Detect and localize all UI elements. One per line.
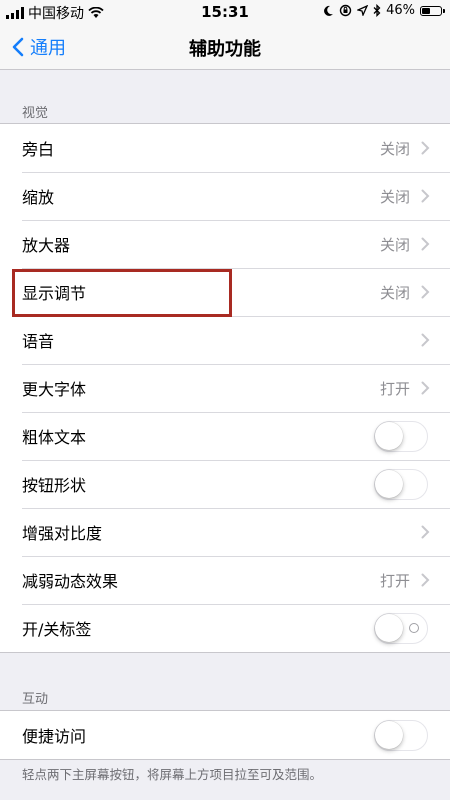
row-magnifier[interactable]: 放大器 关闭	[0, 220, 450, 268]
row-voiceover[interactable]: 旁白 关闭	[0, 124, 450, 172]
row-label: 便捷访问	[22, 727, 87, 746]
row-increase-contrast[interactable]: 增强对比度	[0, 508, 450, 556]
navigation-bar: 通用 辅助功能	[0, 24, 450, 70]
row-on-off-labels: 开/关标签	[0, 604, 450, 652]
button-shapes-toggle[interactable]	[374, 469, 428, 500]
row-label: 粗体文本	[22, 428, 87, 447]
toggle-knob	[375, 422, 403, 450]
row-value: 打开	[379, 379, 410, 398]
row-bold-text: 粗体文本	[0, 412, 450, 460]
toggle-knob	[375, 614, 403, 642]
row-label: 放大器	[22, 236, 71, 255]
row-button-shapes: 按钮形状	[0, 460, 450, 508]
row-speech[interactable]: 语音	[0, 316, 450, 364]
chevron-right-icon	[421, 525, 430, 539]
battery-percent: 46%	[386, 3, 415, 18]
row-label: 增强对比度	[22, 524, 103, 543]
settings-group-interaction: 便捷访问	[0, 710, 450, 760]
row-label: 按钮形状	[22, 476, 87, 495]
row-zoom[interactable]: 缩放 关闭	[0, 172, 450, 220]
row-value: 打开	[379, 571, 410, 590]
bold-text-toggle[interactable]	[374, 421, 428, 452]
chevron-right-icon	[421, 573, 430, 587]
page-title: 辅助功能	[189, 39, 261, 60]
row-label: 显示调节	[22, 284, 87, 303]
row-value: 关闭	[379, 283, 410, 302]
row-label: 开/关标签	[22, 620, 92, 639]
row-display-accommodations[interactable]: 显示调节 关闭	[0, 268, 450, 316]
reachability-toggle[interactable]	[374, 720, 428, 751]
on-off-labels-toggle[interactable]	[374, 613, 428, 644]
row-larger-text[interactable]: 更大字体 打开	[0, 364, 450, 412]
row-label: 减弱动态效果	[22, 572, 119, 591]
reachability-footnote: 轻点两下主屏幕按钮，将屏幕上方项目拉至可及范围。	[22, 767, 323, 782]
status-right: 46%	[323, 3, 445, 18]
battery-level	[422, 7, 430, 14]
moon-icon	[324, 5, 334, 16]
chevron-right-icon	[421, 285, 430, 299]
section-header-interaction: 互动	[22, 692, 49, 707]
row-reachability: 便捷访问	[0, 711, 450, 759]
row-label: 语音	[22, 332, 55, 351]
section-header-vision: 视觉	[22, 106, 49, 121]
row-value: 关闭	[379, 139, 410, 158]
row-label: 旁白	[22, 140, 55, 159]
toggle-knob	[375, 721, 403, 749]
row-value: 关闭	[379, 187, 410, 206]
settings-group-vision: 旁白 关闭 缩放 关闭 放大器 关闭 显示调节 关闭 语音 更大字体 打开 粗体…	[0, 123, 450, 653]
battery-icon	[420, 5, 445, 16]
location-icon	[357, 5, 369, 16]
chevron-right-icon	[421, 333, 430, 347]
chevron-right-icon	[421, 189, 430, 203]
bluetooth-icon	[373, 4, 381, 17]
off-label-icon	[409, 623, 419, 633]
row-value: 关闭	[379, 235, 410, 254]
chevron-right-icon	[421, 381, 430, 395]
row-label: 缩放	[22, 188, 55, 207]
chevron-right-icon	[421, 141, 430, 155]
chevron-right-icon	[421, 237, 430, 251]
lock-rotation-icon	[339, 4, 352, 17]
toggle-knob	[375, 470, 403, 498]
status-bar: 中国移动 15:31 46%	[0, 0, 450, 24]
row-reduce-motion[interactable]: 减弱动态效果 打开	[0, 556, 450, 604]
row-label: 更大字体	[22, 380, 87, 399]
